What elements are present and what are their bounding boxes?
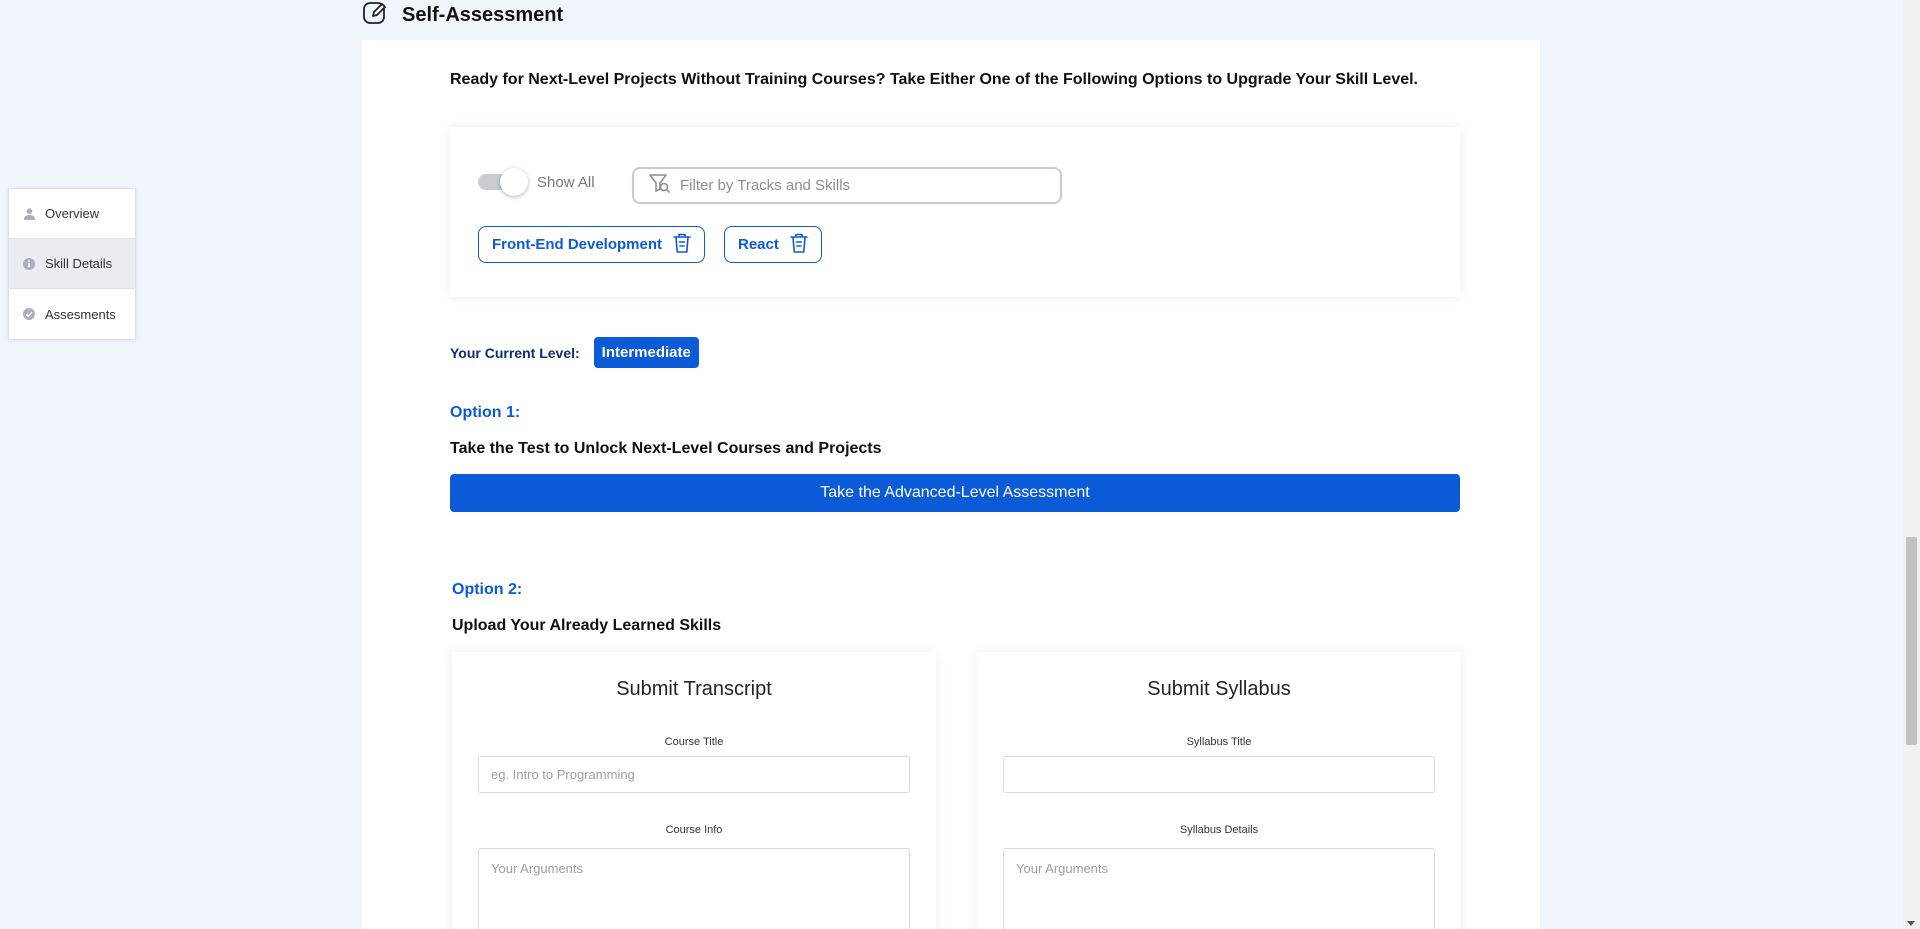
scrollbar-thumb[interactable]	[1906, 537, 1917, 745]
edit-icon	[362, 0, 388, 31]
course-title-input[interactable]	[478, 756, 910, 793]
course-title-label: Course Title	[664, 736, 724, 748]
sidebar-item-label: Skill Details	[45, 256, 113, 271]
current-level-row: Your Current Level: Intermediate	[450, 337, 699, 368]
show-all-toggle[interactable]	[478, 167, 528, 196]
submit-syllabus-card: Submit Syllabus Syllabus Title Syllabus …	[977, 652, 1461, 929]
show-all-label: Show All	[537, 174, 595, 191]
option-2-text: Upload Your Already Learned Skills	[452, 617, 722, 634]
submit-transcript-card: Submit Transcript Course Title Course In…	[452, 652, 936, 929]
level-badge: Intermediate	[593, 337, 699, 368]
main-card: Ready for Next-Level Projects Without Tr…	[362, 40, 1540, 929]
skill-chip-front-end-development[interactable]: Front-End Development	[478, 226, 706, 263]
filter-input[interactable]	[680, 177, 1040, 194]
syllabus-title-label: Syllabus Title	[1186, 736, 1252, 748]
page-scrollbar[interactable]	[1903, 0, 1920, 929]
check-circle-icon	[23, 308, 35, 320]
intro-text: Ready for Next-Level Projects Without Tr…	[450, 71, 1418, 88]
submit-syllabus-title: Submit Syllabus	[1147, 678, 1291, 700]
chip-label: Front-End Development	[492, 236, 663, 253]
sidebar-item-skill-details[interactable]: Skill Details	[9, 239, 135, 289]
course-info-textarea[interactable]	[478, 848, 910, 929]
skill-chip-react[interactable]: React	[724, 226, 822, 263]
option-2-label: Option 2:	[452, 581, 523, 598]
submit-transcript-title: Submit Transcript	[616, 678, 772, 700]
sidebar-item-assessments[interactable]: Assesments	[9, 289, 135, 339]
syllabus-details-label: Syllabus Details	[1179, 824, 1259, 836]
filter-panel: Show All Front-End Development Reac	[450, 127, 1460, 297]
take-assessment-button[interactable]: Take the Advanced-Level Assessment	[450, 474, 1460, 512]
side-navigation: Overview Skill Details Assesments	[8, 188, 136, 340]
filter-icon	[648, 172, 670, 199]
chip-label: React	[738, 236, 779, 253]
person-icon	[23, 207, 35, 220]
trash-icon[interactable]	[789, 232, 809, 258]
toggle-knob	[500, 168, 528, 196]
current-level-label: Your Current Level:	[450, 344, 580, 361]
syllabus-details-textarea[interactable]	[1003, 848, 1435, 929]
course-info-label: Course Info	[665, 824, 723, 836]
sidebar-item-overview[interactable]: Overview	[9, 189, 135, 239]
info-icon	[23, 257, 35, 270]
syllabus-title-input[interactable]	[1003, 756, 1435, 793]
sidebar-item-label: Overview	[45, 206, 100, 221]
trash-icon[interactable]	[672, 232, 692, 258]
filter-field[interactable]	[632, 167, 1062, 204]
page-title: Self-Assessment	[402, 3, 564, 26]
page-header: Self-Assessment	[362, 0, 563, 30]
scroll-down-arrow-icon[interactable]	[1907, 921, 1915, 926]
option-1-label: Option 1:	[450, 404, 521, 421]
sidebar-item-label: Assesments	[45, 306, 116, 322]
option-1-text: Take the Test to Unlock Next-Level Cours…	[450, 440, 882, 457]
